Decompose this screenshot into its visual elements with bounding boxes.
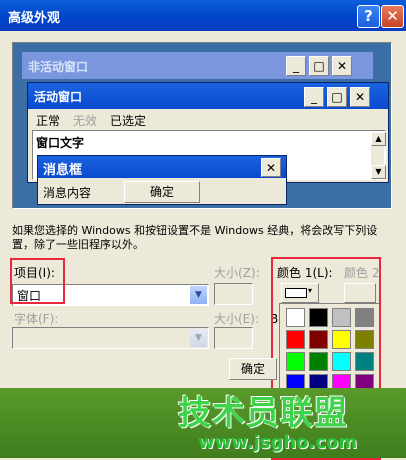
menu-item-selected[interactable]: 已选定	[110, 112, 146, 129]
font-label: 字体(F):	[14, 312, 59, 326]
chevron-down-icon[interactable]: ▼	[190, 329, 207, 347]
message-box-ok-button[interactable]: 确定	[124, 181, 200, 203]
active-maximize-icon: □	[327, 87, 347, 107]
description-text: 如果您选择的 Windows 和按钮设置不是 Windows 经典，将会改写下列…	[12, 224, 378, 251]
menu-item-disabled[interactable]: 无效	[73, 112, 97, 129]
inactive-window-title-bar[interactable]: 非活动窗口 _ □ ✕	[22, 52, 373, 79]
inactive-window-title: 非活动窗口	[28, 60, 89, 74]
appearance-preview[interactable]: 非活动窗口 _ □ ✕ 活动窗口 _ □ ✕ 正常 无效 已选定 窗口文字 ▲ …	[12, 42, 392, 209]
close-button[interactable]: ✕	[381, 5, 404, 28]
inactive-minimize-icon: _	[286, 56, 306, 76]
window-text: 窗口文字	[36, 136, 85, 150]
active-close-icon: ✕	[350, 87, 370, 107]
message-box-title-bar[interactable]: 消息框 ✕	[38, 156, 286, 178]
active-window-title: 活动窗口	[34, 90, 83, 104]
message-content: 消息内容	[43, 186, 92, 200]
watermark-text: 技术员联盟	[178, 393, 348, 432]
active-minimize-icon: _	[304, 87, 324, 107]
active-window-title-bar[interactable]: 活动窗口 _ □ ✕	[28, 83, 388, 109]
inactive-maximize-icon: □	[309, 56, 329, 76]
dialog-title: 高级外观	[8, 11, 61, 26]
preview-scrollbar[interactable]: ▲ ▼	[371, 132, 386, 179]
inactive-close-icon: ✕	[332, 56, 352, 76]
message-box-close-icon: ✕	[261, 158, 281, 177]
dialog-title-bar: 高级外观 ? ✕	[0, 0, 406, 31]
size-label: 大小(Z):	[214, 266, 260, 280]
font-select[interactable]: ▼	[12, 327, 209, 349]
menu-item-normal[interactable]: 正常	[36, 112, 60, 129]
chevron-down-icon[interactable]: ▼	[190, 286, 207, 304]
font-size-field[interactable]	[214, 327, 253, 349]
scroll-up-icon: ▲	[371, 132, 386, 146]
ok-button[interactable]: 确定	[229, 358, 277, 380]
scroll-down-icon: ▼	[371, 165, 386, 179]
size-field[interactable]	[214, 283, 253, 305]
message-box-title: 消息框	[43, 163, 83, 178]
item-highlight-box	[10, 258, 65, 304]
font-size-label: 大小(E):	[214, 312, 259, 326]
message-box[interactable]: 消息框 ✕ 消息内容 确定	[37, 155, 287, 205]
help-button[interactable]: ?	[357, 5, 380, 28]
watermark-url: www.jsgho.com	[198, 432, 358, 453]
preview-menu-bar[interactable]: 正常 无效 已选定	[28, 109, 388, 129]
